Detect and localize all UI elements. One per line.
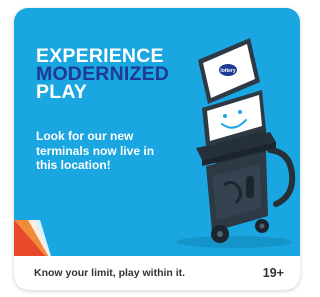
- promo-headline: EXPERIENCE MODERNIZED PLAY: [36, 46, 169, 103]
- age-rating-badge: 19+: [262, 266, 284, 280]
- lottery-terminal-illustration: lottery: [176, 38, 296, 248]
- promo-card[interactable]: EXPERIENCE MODERNIZED PLAY Look for our …: [14, 8, 300, 290]
- footer-message: Know your limit, play within it.: [34, 267, 186, 279]
- terminal-logo-text: lottery: [220, 68, 236, 74]
- promo-body-text: Look for our new terminals now live in t…: [36, 129, 155, 172]
- responsible-gaming-footer: Know your limit, play within it. 19+: [14, 256, 300, 290]
- headline-line-3: PLAY: [36, 81, 88, 103]
